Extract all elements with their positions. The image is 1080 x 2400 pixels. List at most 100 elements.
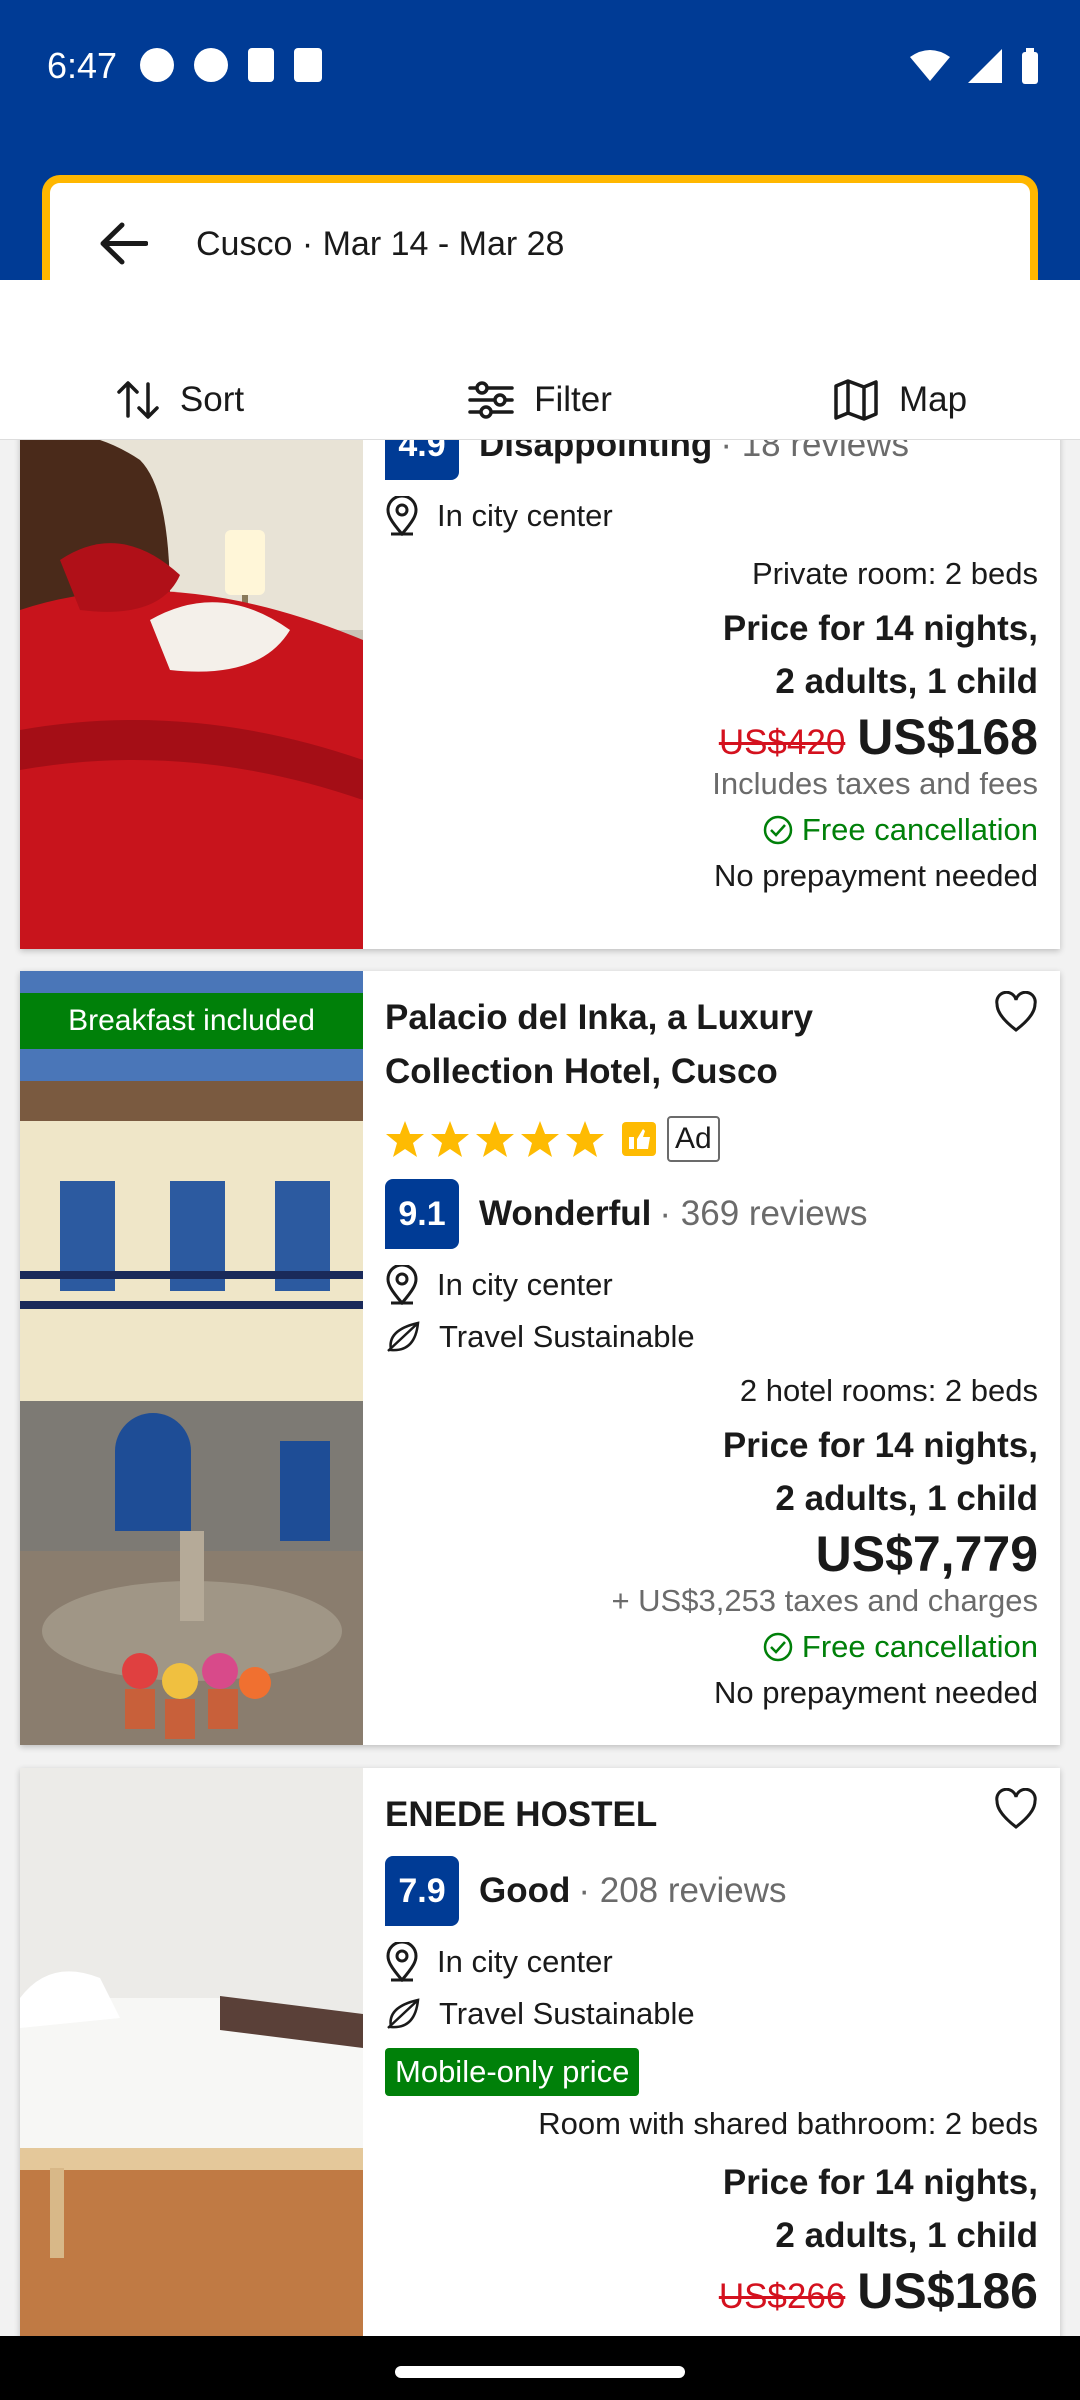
font-icon <box>294 48 322 82</box>
hotel-name-line-2: Collection Hotel, Cusco <box>385 1052 778 1091</box>
breakfast-badge: Breakfast included <box>20 993 363 1049</box>
stars-row: Ad <box>385 1113 1038 1165</box>
review-score: 4.9 <box>385 440 459 480</box>
location-row: In city center <box>385 1936 1038 1988</box>
mobile-only-badge: Mobile-only price <box>385 2048 640 2096</box>
no-prepayment: No prepayment needed <box>713 1675 1038 1710</box>
location-row: In city center <box>385 490 1038 542</box>
price-row: US$420 US$168 <box>385 708 1038 766</box>
leaf-icon <box>387 1321 420 1352</box>
sort-button[interactable]: Sort <box>0 360 360 440</box>
free-cancellation-text: Free cancellation <box>801 812 1038 847</box>
hotel-photo[interactable] <box>20 440 363 949</box>
original-price: US$420 <box>718 723 846 762</box>
hotel-name[interactable]: Palacio del Inka, a Luxury Collection Ho… <box>385 991 1038 1099</box>
search-summary[interactable]: Cusco · Mar 14 - Mar 28 <box>196 225 564 264</box>
navigation-bar <box>0 2336 1080 2400</box>
price-row: US$266 US$186 <box>385 2262 1038 2320</box>
current-price: US$7,779 <box>815 1526 1038 1582</box>
map-icon <box>834 379 878 421</box>
hotel-card[interactable]: Breakfast included Palacio del Inka, a L… <box>20 971 1060 1745</box>
room-type: Room with shared bathroom: 2 beds <box>538 2106 1038 2141</box>
current-price: US$186 <box>857 2263 1038 2319</box>
current-price: US$168 <box>857 709 1038 765</box>
sustainability-row: Travel Sustainable <box>385 1988 1038 2040</box>
room-type: Private room: 2 beds <box>751 556 1038 591</box>
review-score: 7.9 <box>385 1856 459 1926</box>
notification-icons <box>140 48 322 82</box>
hostel-room-photo <box>20 1768 363 2336</box>
location-pin-icon <box>386 1265 418 1305</box>
room-type: 2 hotel rooms: 2 beds <box>739 1373 1038 1408</box>
price-for-label: Price for 14 nights, <box>722 1426 1038 1465</box>
filter-icon <box>468 381 514 419</box>
sustainability-text: Travel Sustainable <box>439 1996 695 2031</box>
results-list[interactable]: 4.9 Disappointing · 18 reviews In city c… <box>0 440 1080 2336</box>
hotel-card[interactable]: ENEDE HOSTEL 7.9 Good · 208 reviews In c… <box>20 1768 1060 2336</box>
bedroom-photo <box>20 440 363 949</box>
back-arrow-icon[interactable] <box>98 221 148 266</box>
free-cancellation: Free cancellation <box>385 1629 1038 1665</box>
map-button[interactable]: Map <box>720 360 1080 440</box>
ad-label: Ad <box>667 1116 720 1162</box>
hotel-name[interactable]: ENEDE HOSTEL <box>385 1788 1038 1842</box>
sustainability-text: Travel Sustainable <box>439 1319 695 1354</box>
hotel-card[interactable]: 4.9 Disappointing · 18 reviews In city c… <box>20 440 1060 949</box>
score-word: Disappointing <box>479 440 713 464</box>
map-label: Map <box>898 380 968 419</box>
preferred-partner-icon <box>622 1122 656 1156</box>
score-word: Good <box>479 1871 571 1910</box>
system-icons <box>910 48 1040 84</box>
mobile-price-row: Mobile-only price <box>385 2048 1038 2096</box>
battery-icon <box>1022 48 1038 84</box>
no-prepayment: No prepayment needed <box>713 858 1038 893</box>
courtyard-photo <box>20 971 363 1745</box>
heart-icon[interactable] <box>994 991 1038 1035</box>
check-circle-icon <box>763 815 793 845</box>
hotel-name-line-1: Palacio del Inka, a Luxury <box>385 998 813 1037</box>
star-rating-icon <box>386 1121 604 1157</box>
play-icon <box>194 48 228 82</box>
sustainability-row: Travel Sustainable <box>385 1311 1038 1363</box>
review-score: 9.1 <box>385 1179 459 1249</box>
sd-card-icon <box>248 48 274 82</box>
sort-icon <box>117 381 159 419</box>
guests-label: 2 adults, 1 child <box>775 1479 1038 1518</box>
location-row: In city center <box>385 1259 1038 1311</box>
sync-icon <box>140 48 174 82</box>
status-bar: 6:47 <box>0 0 1080 130</box>
leaf-icon <box>387 1998 420 2029</box>
signal-icon <box>968 49 1002 83</box>
wifi-icon <box>910 50 950 81</box>
taxes-note: Includes taxes and fees <box>712 766 1038 801</box>
rating-row: 4.9 Disappointing · 18 reviews <box>385 440 1038 480</box>
rating-row: 9.1 Wonderful · 369 reviews <box>385 1179 1038 1249</box>
location-text: In city center <box>437 498 613 533</box>
location-pin-icon <box>386 1942 418 1982</box>
guests-label: 2 adults, 1 child <box>775 662 1038 701</box>
free-cancellation-text: Free cancellation <box>801 1629 1038 1664</box>
hotel-photo[interactable] <box>20 1768 363 2336</box>
hotel-photo[interactable]: Breakfast included <box>20 971 363 1745</box>
review-count: · 369 reviews <box>659 1194 868 1233</box>
free-cancellation: Free cancellation <box>385 812 1038 848</box>
hotel-details: Palacio del Inka, a Luxury Collection Ho… <box>385 971 1038 1745</box>
filter-label: Filter <box>534 380 612 419</box>
location-pin-icon <box>386 496 418 536</box>
rating-row: 7.9 Good · 208 reviews <box>385 1856 1038 1926</box>
home-gesture-handle[interactable] <box>395 2366 685 2378</box>
filter-button[interactable]: Filter <box>360 360 720 440</box>
status-time: 6:47 <box>47 45 118 86</box>
guests-label: 2 adults, 1 child <box>775 2216 1038 2255</box>
check-circle-icon <box>763 1632 793 1662</box>
sort-label: Sort <box>179 380 245 419</box>
taxes-note: + US$3,253 taxes and charges <box>611 1583 1038 1618</box>
hotel-details: ENEDE HOSTEL 7.9 Good · 208 reviews In c… <box>385 1768 1038 2336</box>
score-word: Wonderful <box>479 1194 652 1233</box>
price-for-label: Price for 14 nights, <box>722 2163 1038 2202</box>
review-count: · 208 reviews <box>578 1871 787 1910</box>
heart-icon[interactable] <box>994 1788 1038 1832</box>
hotel-details: 4.9 Disappointing · 18 reviews In city c… <box>385 440 1038 949</box>
price-for-label: Price for 14 nights, <box>722 609 1038 648</box>
results-toolbar: Sort Filter Map <box>0 280 1080 440</box>
